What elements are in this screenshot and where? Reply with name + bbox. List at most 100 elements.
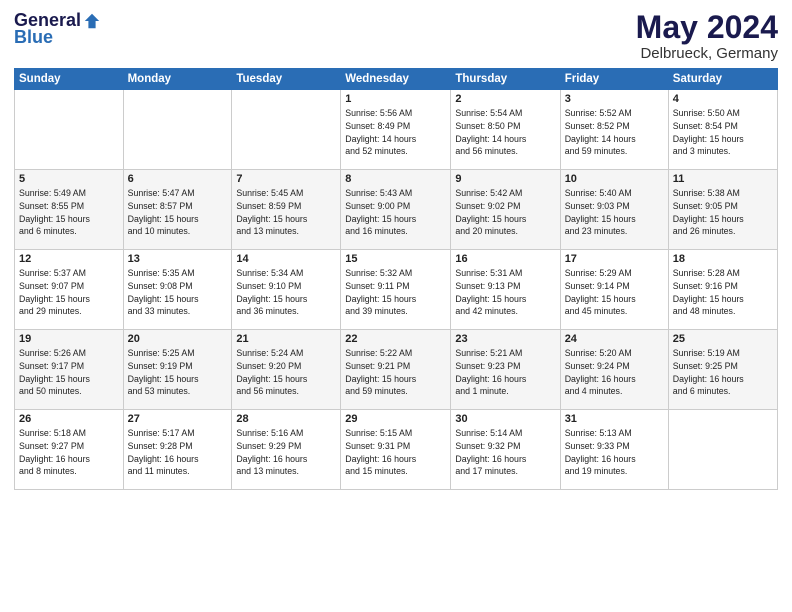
day-info: Sunrise: 5:37 AM Sunset: 9:07 PM Dayligh… [19,267,119,318]
table-row: 10 Sunrise: 5:40 AM Sunset: 9:03 PM Dayli… [560,170,668,250]
calendar-header-row: Sunday Monday Tuesday Wednesday Thursday… [15,69,778,90]
day-info: Sunrise: 5:43 AM Sunset: 9:00 PM Dayligh… [345,187,446,238]
table-row: 27 Sunrise: 5:17 AM Sunset: 9:28 PM Dayli… [123,410,232,490]
day-number: 18 [673,253,773,265]
day-info: Sunrise: 5:47 AM Sunset: 8:57 PM Dayligh… [128,187,228,238]
day-number: 29 [345,413,446,425]
calendar-week-row: 19Sunrise: 5:26 AM Sunset: 9:17 PM Dayli… [15,330,778,410]
table-row: 12 Sunrise: 5:37 AM Sunset: 9:07 PM Dayli… [15,250,124,330]
day-info: Sunrise: 5:13 AM Sunset: 9:33 PM Dayligh… [565,427,664,478]
day-info: Sunrise: 5:54 AM Sunset: 8:50 PM Dayligh… [455,107,555,158]
day-number: 12 [19,253,119,265]
day-number: 20 [128,333,228,345]
page-container: General Blue May 2024 Delbrueck, Germany… [0,0,792,612]
table-row: 6 Sunrise: 5:47 AM Sunset: 8:57 PM Daylig… [123,170,232,250]
table-row [232,90,341,170]
day-info: Sunrise: 5:29 AM Sunset: 9:14 PM Dayligh… [565,267,664,318]
day-number: 17 [565,253,664,265]
table-row: 31 Sunrise: 5:13 AM Sunset: 9:33 PM Dayli… [560,410,668,490]
day-number: 10 [565,173,664,185]
day-info: Sunrise: 5:45 AM Sunset: 8:59 PM Dayligh… [236,187,336,238]
col-sunday: Sunday [15,69,124,90]
table-row: 23 Sunrise: 5:21 AM Sunset: 9:23 PM Dayli… [451,330,560,410]
logo-icon [83,12,101,30]
table-row: 28Sunrise: 5:16 AM Sunset: 9:29 PM Dayli… [232,410,341,490]
calendar-week-row: 26 Sunrise: 5:18 AM Sunset: 9:27 PM Dayli… [15,410,778,490]
day-number: 19 [19,333,119,345]
day-number: 27 [128,413,228,425]
calendar-week-row: 5Sunrise: 5:49 AM Sunset: 8:55 PM Daylig… [15,170,778,250]
table-row: 3 Sunrise: 5:52 AM Sunset: 8:52 PM Daylig… [560,90,668,170]
day-number: 7 [236,173,336,185]
day-number: 31 [565,413,664,425]
day-info: Sunrise: 5:38 AM Sunset: 9:05 PM Dayligh… [673,187,773,238]
day-number: 26 [19,413,119,425]
day-info: Sunrise: 5:18 AM Sunset: 9:27 PM Dayligh… [19,427,119,478]
day-info: Sunrise: 5:28 AM Sunset: 9:16 PM Dayligh… [673,267,773,318]
day-info: Sunrise: 5:49 AM Sunset: 8:55 PM Dayligh… [19,187,119,238]
col-friday: Friday [560,69,668,90]
table-row: 18 Sunrise: 5:28 AM Sunset: 9:16 PM Dayli… [668,250,777,330]
day-info: Sunrise: 5:31 AM Sunset: 9:13 PM Dayligh… [455,267,555,318]
table-row [15,90,124,170]
day-number: 30 [455,413,555,425]
table-row: 21 Sunrise: 5:24 AM Sunset: 9:20 PM Dayli… [232,330,341,410]
table-row: 20 Sunrise: 5:25 AM Sunset: 9:19 PM Dayli… [123,330,232,410]
day-number: 14 [236,253,336,265]
day-number: 3 [565,93,664,105]
day-info: Sunrise: 5:24 AM Sunset: 9:20 PM Dayligh… [236,347,336,398]
day-info: Sunrise: 5:32 AM Sunset: 9:11 PM Dayligh… [345,267,446,318]
day-info: Sunrise: 5:20 AM Sunset: 9:24 PM Dayligh… [565,347,664,398]
day-number: 4 [673,93,773,105]
day-number: 9 [455,173,555,185]
day-number: 6 [128,173,228,185]
day-number: 25 [673,333,773,345]
day-info: Sunrise: 5:21 AM Sunset: 9:23 PM Dayligh… [455,347,555,398]
table-row: 11Sunrise: 5:38 AM Sunset: 9:05 PM Dayli… [668,170,777,250]
day-number: 21 [236,333,336,345]
col-thursday: Thursday [451,69,560,90]
day-number: 13 [128,253,228,265]
day-info: Sunrise: 5:52 AM Sunset: 8:52 PM Dayligh… [565,107,664,158]
table-row: 2Sunrise: 5:54 AM Sunset: 8:50 PM Daylig… [451,90,560,170]
month-title: May 2024 [636,10,778,45]
day-number: 16 [455,253,555,265]
day-info: Sunrise: 5:42 AM Sunset: 9:02 PM Dayligh… [455,187,555,238]
table-row: 17 Sunrise: 5:29 AM Sunset: 9:14 PM Dayli… [560,250,668,330]
table-row [123,90,232,170]
day-number: 1 [345,93,446,105]
table-row: 7 Sunrise: 5:45 AM Sunset: 8:59 PM Daylig… [232,170,341,250]
table-row: 30 Sunrise: 5:14 AM Sunset: 9:32 PM Dayli… [451,410,560,490]
day-info: Sunrise: 5:15 AM Sunset: 9:31 PM Dayligh… [345,427,446,478]
table-row: 22Sunrise: 5:22 AM Sunset: 9:21 PM Dayli… [341,330,451,410]
table-row: 14 Sunrise: 5:34 AM Sunset: 9:10 PM Dayli… [232,250,341,330]
table-row: 15 Sunrise: 5:32 AM Sunset: 9:11 PM Dayli… [341,250,451,330]
table-row: 5Sunrise: 5:49 AM Sunset: 8:55 PM Daylig… [15,170,124,250]
col-saturday: Saturday [668,69,777,90]
day-number: 15 [345,253,446,265]
calendar-week-row: 12 Sunrise: 5:37 AM Sunset: 9:07 PM Dayli… [15,250,778,330]
day-number: 24 [565,333,664,345]
day-number: 22 [345,333,446,345]
table-row [668,410,777,490]
day-number: 28 [236,413,336,425]
table-row: 1Sunrise: 5:56 AM Sunset: 8:49 PM Daylig… [341,90,451,170]
day-number: 8 [345,173,446,185]
logo: General Blue [14,10,101,48]
table-row: 9 Sunrise: 5:42 AM Sunset: 9:02 PM Daylig… [451,170,560,250]
table-row: 24 Sunrise: 5:20 AM Sunset: 9:24 PM Dayli… [560,330,668,410]
day-number: 23 [455,333,555,345]
col-tuesday: Tuesday [232,69,341,90]
day-info: Sunrise: 5:14 AM Sunset: 9:32 PM Dayligh… [455,427,555,478]
table-row: 13 Sunrise: 5:35 AM Sunset: 9:08 PM Dayli… [123,250,232,330]
day-info: Sunrise: 5:25 AM Sunset: 9:19 PM Dayligh… [128,347,228,398]
table-row: 25Sunrise: 5:19 AM Sunset: 9:25 PM Dayli… [668,330,777,410]
day-info: Sunrise: 5:40 AM Sunset: 9:03 PM Dayligh… [565,187,664,238]
day-info: Sunrise: 5:17 AM Sunset: 9:28 PM Dayligh… [128,427,228,478]
table-row: 16 Sunrise: 5:31 AM Sunset: 9:13 PM Dayli… [451,250,560,330]
table-row: 19Sunrise: 5:26 AM Sunset: 9:17 PM Dayli… [15,330,124,410]
day-info: Sunrise: 5:34 AM Sunset: 9:10 PM Dayligh… [236,267,336,318]
day-info: Sunrise: 5:35 AM Sunset: 9:08 PM Dayligh… [128,267,228,318]
table-row: 26 Sunrise: 5:18 AM Sunset: 9:27 PM Dayli… [15,410,124,490]
location-subtitle: Delbrueck, Germany [636,45,778,62]
